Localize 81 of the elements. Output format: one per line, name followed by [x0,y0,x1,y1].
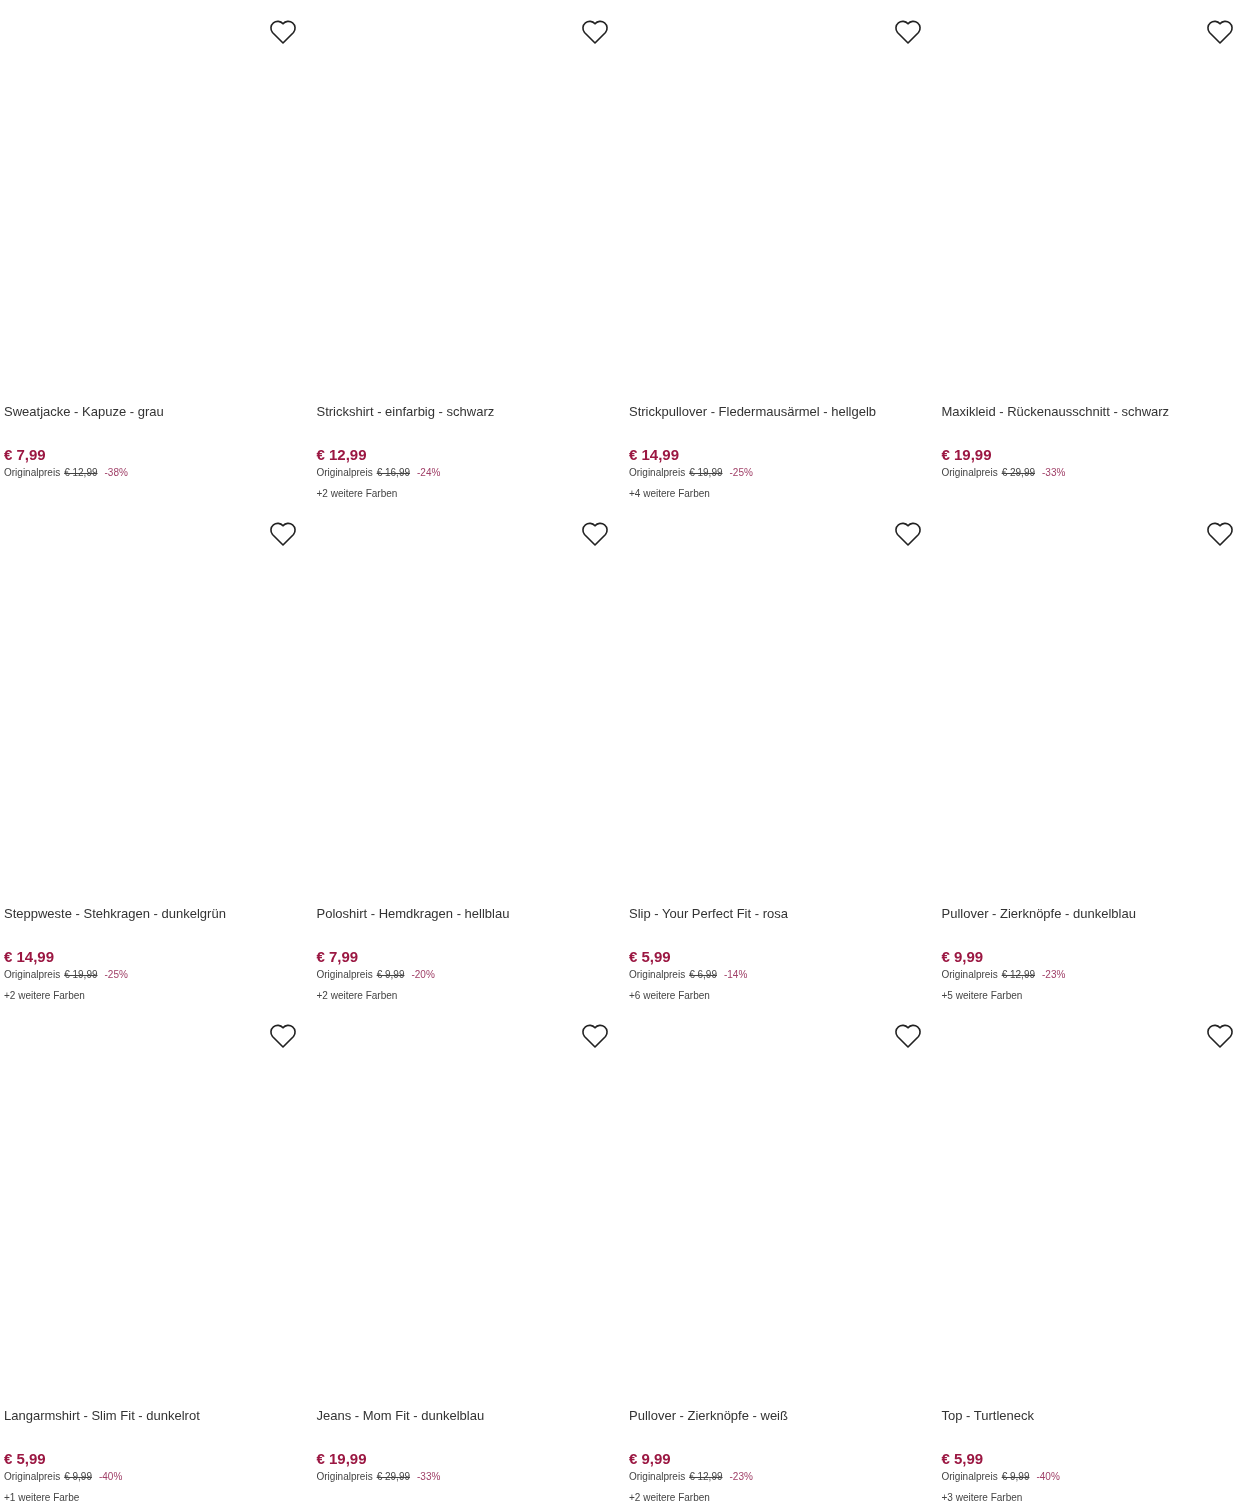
wishlist-heart-icon[interactable] [268,521,297,547]
original-price: € 12,99 [64,466,98,480]
original-price-label: Originalpreis [941,466,998,480]
more-colors-link[interactable]: +1 weitere Farbe [4,1491,313,1505]
sale-price: € 9,99 [941,947,985,967]
wishlist-heart-icon[interactable] [1206,19,1234,45]
more-colors-link[interactable]: +4 weitere Farben [629,487,938,501]
product-title[interactable]: Strickshirt - einfarbig - schwarz [316,398,625,421]
discount-label: -33% [1042,466,1066,480]
more-colors-link[interactable]: +2 weitere Farben [629,1491,938,1505]
original-price-label: Originalpreis [316,968,373,982]
product-title[interactable]: Poloshirt - Hemdkragen - hellblau [316,900,625,923]
wishlist-heart-icon[interactable] [893,521,922,547]
sale-price: € 19,99 [941,445,993,465]
original-price-label: Originalpreis [941,968,998,982]
original-price: € 12,99 [1001,968,1035,982]
sale-price: € 5,99 [629,947,672,967]
original-price-label: Originalpreis [4,466,61,480]
original-price-label: Originalpreis [316,466,373,480]
product-title[interactable]: Top - Turtleneck [941,1402,1250,1425]
discount-label: -14% [723,968,748,982]
sale-price: € 12,99 [316,445,368,465]
original-price: € 6,99 [689,968,717,982]
sale-price: € 7,99 [316,947,360,967]
wishlist-heart-icon[interactable] [893,19,922,45]
sale-price: € 14,99 [629,445,681,465]
discount-label: -23% [729,1470,753,1484]
discount-label: -40% [98,1470,123,1484]
original-price: € 12,99 [689,1470,723,1484]
wishlist-heart-icon[interactable] [893,1023,922,1049]
product-title[interactable]: Langarmshirt - Slim Fit - dunkelrot [4,1402,313,1425]
original-price: € 9,99 [64,1470,92,1484]
product-title[interactable]: Maxikleid - Rückenausschnitt - schwarz [941,398,1250,421]
original-price-label: Originalpreis [4,1470,61,1484]
original-price-label: Originalpreis [316,1470,373,1484]
original-price-label: Originalpreis [629,466,686,480]
product-title[interactable]: Pullover - Zierknöpfe - dunkelblau [941,900,1250,923]
original-price-label: Originalpreis [629,1470,686,1484]
discount-label: -33% [417,1470,441,1484]
original-price: € 29,99 [376,1470,410,1484]
wishlist-heart-icon[interactable] [268,19,297,45]
product-title[interactable]: Strickpullover - Fledermausärmel - hellgelb [629,398,938,421]
discount-label: -25% [104,968,128,982]
wishlist-heart-icon[interactable] [1206,1023,1234,1049]
wishlist-heart-icon[interactable] [1206,521,1234,547]
original-price: € 19,99 [64,968,98,982]
product-title[interactable]: Steppweste - Stehkragen - dunkelgrün [4,900,313,923]
original-price: € 29,99 [1001,466,1035,480]
sale-price: € 5,99 [941,1449,985,1469]
more-colors-link[interactable]: +2 weitere Farben [4,989,313,1003]
discount-label: -24% [417,466,441,480]
wishlist-heart-icon[interactable] [268,1023,297,1049]
discount-label: -23% [1042,968,1066,982]
sale-price: € 5,99 [4,1449,47,1469]
wishlist-heart-icon[interactable] [581,1023,609,1049]
sale-price: € 14,99 [4,947,56,967]
discount-label: -25% [729,466,753,480]
product-title[interactable]: Slip - Your Perfect Fit - rosa [629,900,938,923]
wishlist-heart-icon[interactable] [581,19,609,45]
more-colors-link[interactable]: +5 weitere Farben [941,989,1250,1003]
more-colors-link[interactable]: +3 weitere Farben [941,1491,1250,1505]
more-colors-link[interactable]: +6 weitere Farben [629,989,938,1003]
original-price: € 9,99 [376,968,405,982]
sale-price: € 9,99 [629,1449,672,1469]
original-price: € 19,99 [689,466,723,480]
original-price-label: Originalpreis [941,1470,998,1484]
discount-label: -40% [1036,1470,1060,1484]
product-title[interactable]: Pullover - Zierknöpfe - weiß [629,1402,938,1425]
sale-price: € 7,99 [4,445,47,465]
original-price: € 9,99 [1001,1470,1030,1484]
discount-label: -38% [104,466,128,480]
wishlist-heart-icon[interactable] [581,521,609,547]
more-colors-link[interactable]: +2 weitere Farben [316,989,625,1003]
sale-price: € 19,99 [316,1449,368,1469]
original-price-label: Originalpreis [4,968,61,982]
original-price: € 16,99 [376,466,410,480]
more-colors-link[interactable]: +2 weitere Farben [316,487,625,501]
original-price-label: Originalpreis [629,968,686,982]
discount-label: -20% [411,968,435,982]
product-title[interactable]: Jeans - Mom Fit - dunkelblau [316,1402,625,1425]
product-title[interactable]: Sweatjacke - Kapuze - grau [4,398,313,421]
